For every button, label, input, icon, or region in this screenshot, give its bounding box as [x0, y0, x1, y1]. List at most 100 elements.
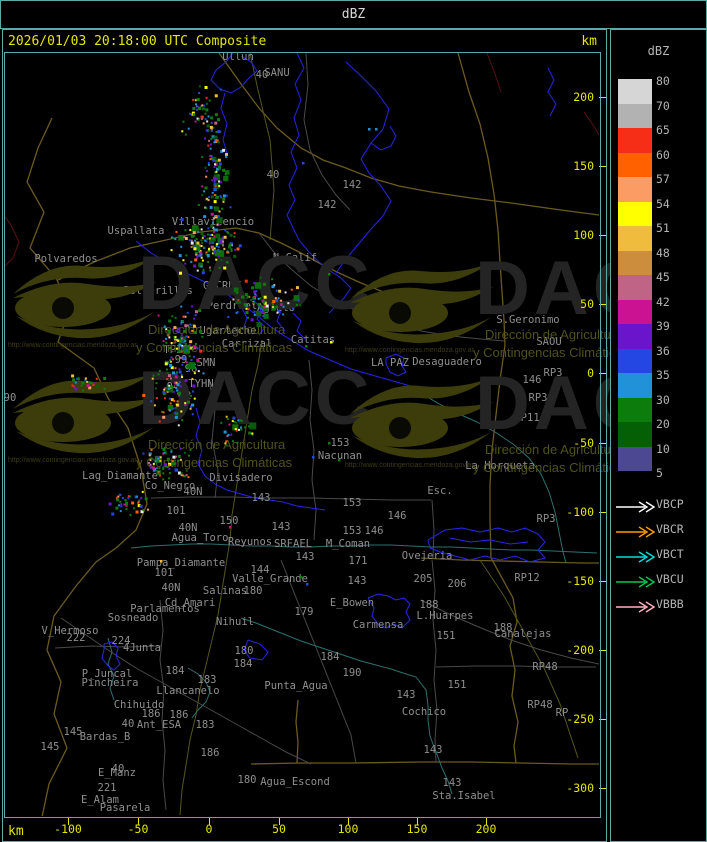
- map-label: 146: [387, 510, 407, 522]
- y-tick: [599, 373, 607, 374]
- map-label: 101: [166, 505, 186, 517]
- y-tick: [599, 788, 607, 789]
- colorbar-swatch: [618, 299, 652, 324]
- colorbar-panel: dBZ 80 70 65 60 57 54 51 48 45 42 39 36 35 30 20 10 5 VB…: [610, 29, 707, 842]
- vector-arrow-icon: [615, 573, 656, 588]
- map-label: TYHN: [188, 378, 214, 390]
- map-label: 151: [447, 679, 467, 691]
- x-tick-label: 200: [475, 822, 497, 836]
- map-label: SAOU: [536, 336, 562, 348]
- map-label: 143: [251, 492, 271, 504]
- x-tick-label: -50: [127, 822, 149, 836]
- map-label: RP3: [543, 367, 563, 379]
- map-label: 183: [195, 719, 215, 731]
- x-tick-label: 50: [272, 822, 286, 836]
- map-label: 221: [97, 782, 117, 794]
- x-tick-label: 100: [337, 822, 359, 836]
- map-label: RP11: [514, 412, 540, 424]
- map-label: 180: [243, 585, 263, 597]
- map-label: 143: [442, 777, 462, 789]
- map-line-border: [295, 699, 299, 764]
- map-label: 153: [342, 525, 362, 537]
- x-tick-label: 0: [205, 822, 213, 836]
- map-line-dept: [435, 665, 596, 668]
- map-label: Carmensa: [352, 619, 404, 631]
- map-label: Salinas: [202, 585, 248, 597]
- map-label: Pincheira: [81, 677, 139, 689]
- colorbar-swatch: [618, 152, 652, 177]
- map-label: Sta.Isabel: [432, 790, 496, 802]
- map-label: 143: [396, 689, 416, 701]
- window-title-bar: dBZ: [0, 0, 707, 29]
- map-label: E_Manz: [98, 767, 136, 779]
- map-label: Ullun: [222, 53, 254, 63]
- colorbar-swatch: [618, 201, 652, 226]
- map-label: 40: [266, 169, 280, 181]
- map-label: 205: [413, 573, 433, 585]
- colorbar-swatch: [618, 226, 652, 251]
- map-line-maroon: [4, 214, 20, 268]
- map-label: 222: [66, 632, 86, 644]
- map-label: Sosneado: [107, 612, 159, 624]
- colorbar-swatch: [618, 177, 652, 202]
- map-line-maroon: [583, 111, 599, 137]
- colorbar-value-label: 80: [656, 74, 670, 88]
- map-line-road: [249, 53, 275, 241]
- vector-arrow-icon: [615, 598, 656, 613]
- radar-composite-app: dBZ Ullun SANU 40 142 142 40 Villavicencio Uspa…: [0, 0, 707, 842]
- map-label: Canalejas: [494, 628, 552, 640]
- colorbar-swatch: [618, 275, 652, 300]
- colorbar-swatch: [618, 250, 652, 275]
- map-label: S.Geronimo: [496, 314, 560, 326]
- map-label: Potrerillos: [123, 285, 193, 297]
- map-label: 184: [165, 665, 185, 677]
- map-label: 145: [40, 741, 60, 753]
- map-label: Agua_Escond: [260, 776, 330, 788]
- x-tick: [138, 818, 139, 825]
- vector-arrow-icon: [615, 548, 656, 563]
- map-label: Divisadero: [209, 472, 273, 484]
- map-label: 146: [364, 525, 384, 537]
- y-tick: [599, 235, 607, 236]
- map-label: 146: [522, 374, 542, 386]
- map-label: RP3: [528, 392, 548, 404]
- y-tick: [599, 650, 607, 651]
- vector-legend-label: VBBB: [656, 597, 684, 611]
- map-label: 40: [121, 718, 135, 730]
- map-label: 143: [423, 744, 443, 756]
- map-line-border: [57, 227, 432, 312]
- map-label: Polvaredos: [34, 253, 98, 265]
- map-line-riverS: [418, 388, 567, 564]
- map-line-river: [547, 67, 557, 117]
- y-tick: [599, 581, 607, 582]
- colorbar-value-label: 57: [656, 172, 670, 186]
- map-label: RP48: [532, 661, 558, 673]
- vector-arrow-icon: [615, 523, 656, 538]
- map-label: 101: [154, 567, 174, 579]
- map-label: LA PAZ: [371, 357, 409, 369]
- map-label: 143: [295, 551, 315, 563]
- colorbar-value-label: 51: [656, 221, 670, 235]
- vector-legend-label: VBCP: [656, 497, 684, 511]
- x-tick: [417, 818, 418, 825]
- map-label: RP3: [536, 513, 556, 525]
- y-tick: [599, 97, 607, 98]
- map-line-border: [26, 117, 148, 816]
- map-label: 142: [317, 199, 337, 211]
- map-label: La Horqueta: [465, 460, 535, 472]
- x-tick: [209, 818, 210, 825]
- map-header: 2026/01/03 20:18:00 UTC Composite km: [2, 29, 605, 53]
- map-label: 186: [200, 747, 220, 759]
- map-label: L.Huarpes: [416, 610, 474, 622]
- x-axis-unit: km: [8, 824, 24, 839]
- map-geography: [4, 53, 599, 816]
- map-line-border: [250, 761, 599, 765]
- colorbar-value-label: 20: [656, 417, 670, 431]
- map-label: 90: [4, 392, 17, 404]
- map-line-border: [490, 557, 519, 764]
- map-label: 171: [348, 555, 368, 567]
- colorbar-swatch: [618, 79, 652, 104]
- map-label: 184: [233, 658, 253, 670]
- map-label: RP12: [514, 572, 540, 584]
- map-label: 153: [342, 497, 362, 509]
